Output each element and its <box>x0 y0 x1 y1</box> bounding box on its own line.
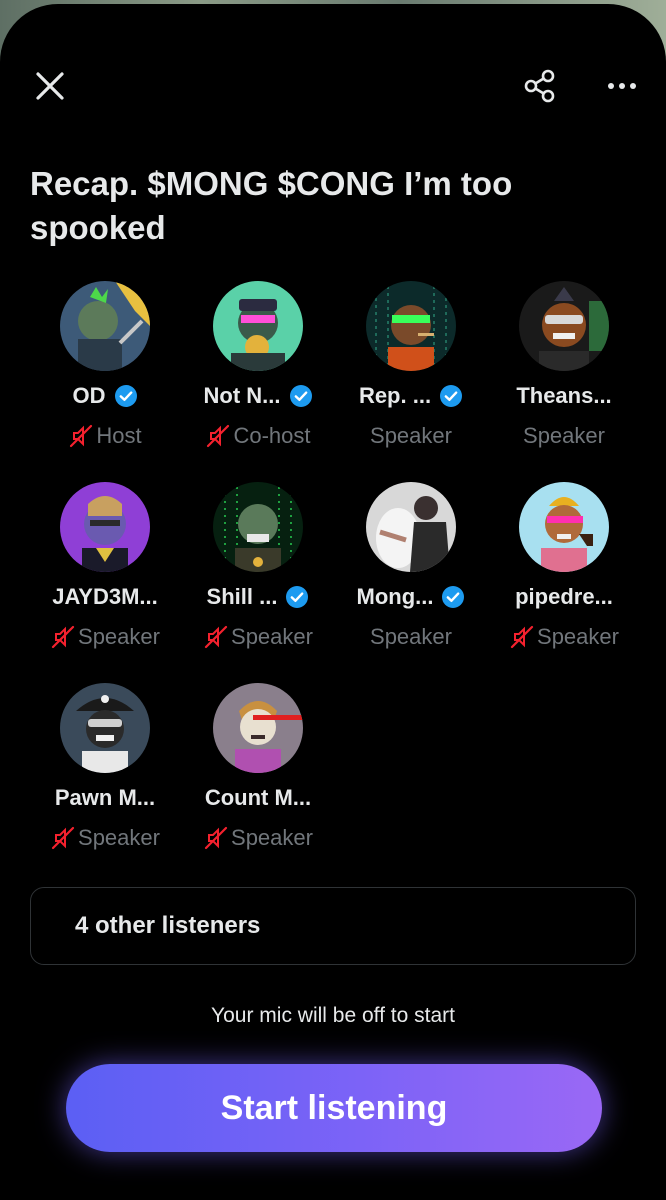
speaker-role: Host <box>96 423 142 448</box>
mic-muted-icon <box>51 625 75 649</box>
mic-muted-icon <box>70 424 93 448</box>
speaker-od[interactable]: OD Host <box>30 281 180 461</box>
speaker-name: pipedre... <box>515 584 613 609</box>
speaker-role: Speaker <box>231 825 313 850</box>
verified-badge-icon <box>440 385 463 407</box>
avatar <box>213 482 303 572</box>
start-listening-button[interactable]: Start listening <box>66 1064 602 1152</box>
speaker-pipedre[interactable]: pipedre... Speaker <box>489 482 639 662</box>
verified-badge-icon <box>289 385 312 407</box>
speaker-name: Rep. ... <box>358 383 432 408</box>
avatar <box>366 281 456 371</box>
avatar <box>60 683 150 773</box>
speaker-name: Theans... <box>516 383 612 408</box>
speaker-jayd3m[interactable]: JAYD3M... Speaker <box>30 482 180 662</box>
speaker-not-n[interactable]: Not N... Co-host <box>183 281 333 461</box>
mic-off-notice: Your mic will be off to start <box>211 1004 455 1027</box>
speaker-role: Speaker <box>231 624 313 649</box>
space-title: Recap. $MONG $CONG I’m too spooked <box>30 165 513 246</box>
speaker-role: Speaker <box>78 624 160 649</box>
mic-muted-icon <box>510 625 534 649</box>
speaker-name: OD <box>72 383 106 408</box>
speaker-role: Co-host <box>233 423 311 448</box>
speaker-name: JAYD3M... <box>52 584 158 609</box>
avatar <box>60 281 150 371</box>
speaker-mong[interactable]: Mong... Speaker <box>336 482 486 662</box>
avatar <box>213 281 303 371</box>
speaker-role: Speaker <box>523 423 605 448</box>
mic-muted-icon <box>51 826 75 850</box>
more-icon <box>608 83 636 89</box>
verified-badge-icon <box>442 586 465 608</box>
share-icon <box>524 69 555 103</box>
speaker-role: Speaker <box>370 423 452 448</box>
close-button[interactable] <box>28 64 72 108</box>
verified-badge-icon <box>114 385 137 407</box>
space-sheet: Recap. $MONG $CONG I’m too spooked OD Ho… <box>0 4 666 1200</box>
speaker-pawn-m[interactable]: Pawn M... Speaker <box>30 683 180 863</box>
speaker-name: Not N... <box>203 383 281 408</box>
other-listeners-box[interactable]: 4 other listeners <box>30 887 636 965</box>
mic-muted-icon <box>207 424 230 448</box>
speaker-rep[interactable]: Rep. ... Speaker <box>336 281 486 461</box>
speaker-name: Pawn M... <box>54 785 156 810</box>
more-options-button[interactable] <box>600 64 644 108</box>
close-icon <box>36 72 64 100</box>
speaker-role: Speaker <box>537 624 619 649</box>
speaker-name: Shill ... <box>206 584 278 609</box>
listeners-count-label: 4 other listeners <box>75 912 261 939</box>
avatar <box>213 683 303 773</box>
speaker-shill[interactable]: Shill ... Speaker <box>183 482 333 662</box>
speaker-role: Speaker <box>370 624 452 649</box>
verified-badge-icon <box>286 586 309 608</box>
speaker-theans[interactable]: Theans... Speaker <box>489 281 639 461</box>
speaker-name: Count M... <box>204 785 312 810</box>
avatar <box>60 482 150 572</box>
speaker-name: Mong... <box>356 584 434 609</box>
speaker-role: Speaker <box>78 825 160 850</box>
mic-muted-icon <box>204 625 228 649</box>
avatar <box>519 281 609 371</box>
avatar <box>519 482 609 572</box>
speaker-count-m[interactable]: Count M... Speaker <box>183 683 333 863</box>
share-button[interactable] <box>518 64 562 108</box>
avatar <box>366 482 456 572</box>
mic-muted-icon <box>204 826 228 850</box>
